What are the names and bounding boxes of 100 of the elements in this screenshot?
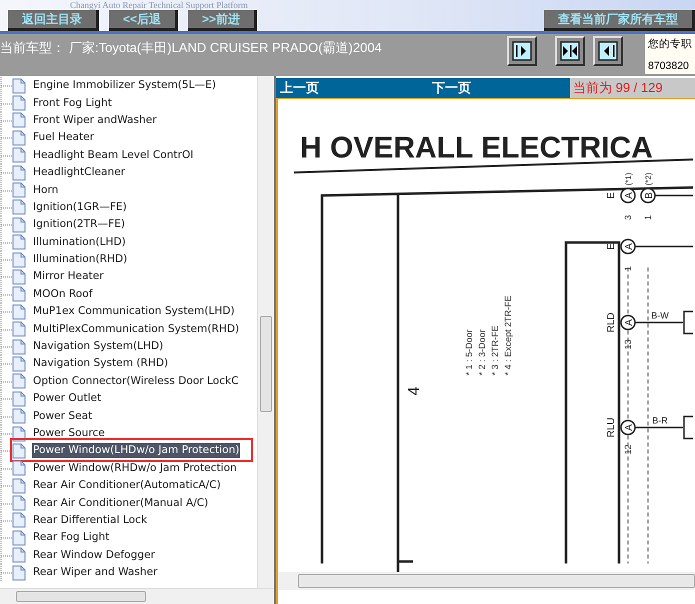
nav-button[interactable]: 返回主目录 xyxy=(8,10,99,31)
wire-line xyxy=(655,194,693,196)
expand-right-button[interactable] xyxy=(506,36,537,66)
tree-item[interactable]: MuItiPlexCommunication System(RHD) xyxy=(32,322,240,337)
tree-item[interactable]: Option Connector(Wireless Door LockC xyxy=(32,374,240,389)
previous-page-link[interactable]: 上一页 xyxy=(276,78,323,98)
document-icon xyxy=(12,356,26,372)
document-icon xyxy=(12,199,26,216)
tree-item[interactable]: MuP1ex Communication System(LHD) xyxy=(32,304,236,320)
tree-item[interactable]: Headlight Beam Level ContrOI xyxy=(32,148,194,163)
tree-connector xyxy=(0,129,12,146)
wire-line xyxy=(635,322,683,324)
nav-button[interactable]: 查看当前厂家所有车型 xyxy=(544,10,695,31)
horizontal-scrollbar[interactable] xyxy=(278,572,695,590)
tree-connector xyxy=(0,494,12,512)
document-icon xyxy=(12,390,26,407)
tree-item[interactable]: Rear Air Conditioner(Manual A/C) xyxy=(32,496,210,511)
tree-item[interactable]: Power Window(LHDw/o Jam Protection) xyxy=(32,443,240,458)
tree-item[interactable]: Navigation System (RHD) xyxy=(32,356,170,372)
tree-connector xyxy=(0,425,12,442)
info-text: 您的专职 xyxy=(648,37,693,52)
document-icon xyxy=(12,408,26,424)
document-icon xyxy=(12,252,26,268)
pin-label: E xyxy=(606,243,617,250)
tree-connector xyxy=(0,251,12,268)
tree-connector xyxy=(0,355,12,372)
document-icon xyxy=(12,460,26,476)
platform-subtitle: Changyi Auto Repair Technical Support Platform xyxy=(69,0,249,10)
document-icon xyxy=(12,530,26,546)
tree-item[interactable]: Engine Immobilizer System(5L—E) xyxy=(32,78,217,94)
tree-item[interactable]: Ignition(1GR—FE) xyxy=(32,200,128,215)
document-icon xyxy=(12,304,26,320)
connector-pin: B xyxy=(640,188,656,204)
tree-connector xyxy=(0,216,12,234)
tree-item[interactable]: MOOn Roof xyxy=(32,286,94,302)
document-icon xyxy=(12,78,26,94)
expand-left-button[interactable] xyxy=(592,36,623,66)
pin-label: RLU xyxy=(606,418,617,438)
tree-connector xyxy=(0,234,12,251)
document-icon xyxy=(12,442,26,459)
nav-button[interactable]: >>前进 xyxy=(188,10,258,31)
tree-connector xyxy=(0,546,12,564)
arrow-left-icon xyxy=(598,41,618,61)
tree-connector xyxy=(0,408,12,425)
tree-item[interactable]: Ignition(2TR—FE) xyxy=(32,217,126,232)
tree-connector xyxy=(0,512,12,529)
tree-item[interactable]: Rear Wiper and Washer xyxy=(32,565,158,580)
tree-connector xyxy=(0,477,12,494)
tree-item[interactable]: Illumination(LHD) xyxy=(32,234,127,250)
wire-line xyxy=(635,246,693,248)
legend-note: * 2 : 3-Door xyxy=(477,329,487,376)
tree-item[interactable]: Front Fog Light xyxy=(32,96,113,111)
info-text: 8703820 xyxy=(648,59,690,74)
split-button[interactable] xyxy=(554,36,585,66)
tree-connector xyxy=(0,164,12,182)
horizontal-scrollbar[interactable] xyxy=(0,588,274,604)
tree-connector xyxy=(0,564,12,582)
tree-connector xyxy=(0,442,12,460)
nav-button[interactable]: <<后退 xyxy=(109,10,178,31)
legend-note: * 1 : 5-Door xyxy=(464,329,474,376)
document-icon xyxy=(12,564,26,581)
document-icon xyxy=(12,495,26,512)
vertical-scrollbar[interactable] xyxy=(257,76,274,588)
junction-box xyxy=(683,416,693,440)
document-icon xyxy=(12,147,26,164)
tree-item[interactable]: Power Outlet xyxy=(32,391,102,406)
pin-number: 12 xyxy=(623,444,633,454)
tree-item[interactable]: Rear DifferentiaI Lock xyxy=(32,512,148,528)
wire-color-label: B-W xyxy=(651,310,669,320)
wire-line xyxy=(635,426,683,428)
tree-item[interactable]: Power Seat xyxy=(32,408,94,424)
tree-item[interactable]: Rear Window Defogger xyxy=(32,548,156,563)
tree-item[interactable]: Rear Fog Light xyxy=(32,530,110,546)
legend-note: * 4 : Except 2TR-FE xyxy=(503,295,513,376)
pin-label: E xyxy=(606,192,617,199)
connector-pin: A xyxy=(620,238,636,254)
connector-pin: A xyxy=(620,420,636,436)
tree-item[interactable]: Power Source xyxy=(32,426,106,441)
tree-item[interactable]: Illumination(RHD) xyxy=(32,252,128,268)
document-icon xyxy=(12,95,26,112)
next-page-link[interactable]: 下一页 xyxy=(428,78,475,98)
tree-item[interactable]: Horn xyxy=(32,182,60,198)
scrollbar-thumb[interactable] xyxy=(260,316,272,412)
pin-number: 1 xyxy=(623,266,633,271)
tree-item[interactable]: Navigation System(LHD) xyxy=(32,339,164,354)
tree-item[interactable]: HeadlightCleaner xyxy=(32,165,126,180)
tree-item[interactable]: Power Window(RHDw/o Jam Protection xyxy=(32,460,238,476)
wire-color-label: B-R xyxy=(652,416,668,426)
connector-pin: A xyxy=(620,314,636,330)
tree-item[interactable]: Fuel Heater xyxy=(32,130,96,146)
tree-item[interactable]: Rear Air Conditioner(AutomaticA/C) xyxy=(32,478,222,494)
pin-number: 3 xyxy=(623,215,633,220)
tree-connector xyxy=(0,268,12,286)
document-icon xyxy=(12,373,26,390)
scrollbar-thumb[interactable] xyxy=(298,574,695,588)
scrollbar-thumb[interactable] xyxy=(16,591,146,602)
model-label: 当前车型： xyxy=(0,39,65,57)
tree-connector xyxy=(0,372,12,390)
tree-item[interactable]: Front Wiper andWasher xyxy=(32,112,158,128)
tree-item[interactable]: Mirror Heater xyxy=(32,269,105,284)
